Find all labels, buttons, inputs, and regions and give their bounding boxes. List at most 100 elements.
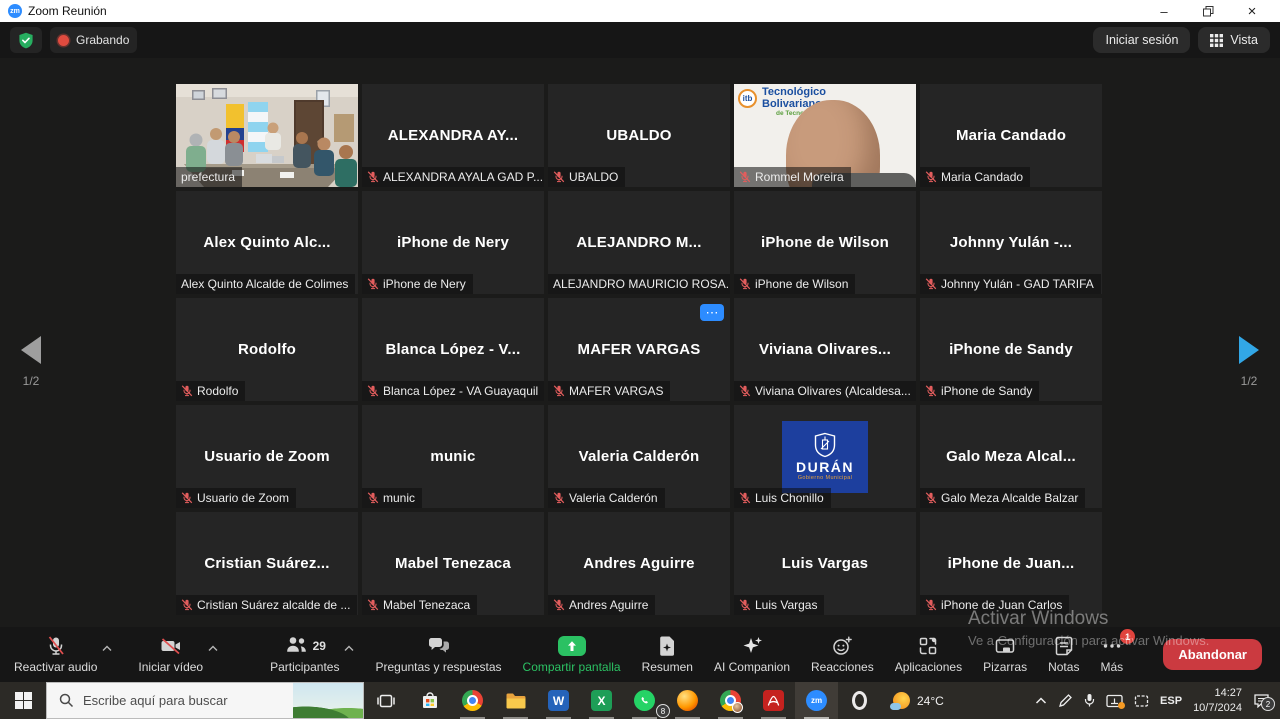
participant-tile[interactable]: MAFER VARGAS MAFER VARGAS ⋯ bbox=[548, 298, 730, 401]
more-label: Más bbox=[1100, 660, 1123, 674]
taskbar-app-excel[interactable]: X bbox=[580, 682, 623, 719]
unmute-audio-button[interactable]: Reactivar audio bbox=[14, 635, 97, 674]
qa-button[interactable]: Preguntas y respuestas bbox=[375, 635, 501, 674]
participant-tile[interactable]: prefectura ⋯ bbox=[176, 84, 358, 187]
taskbar-app-zoom[interactable]: zm bbox=[795, 682, 838, 719]
participant-tile[interactable]: Valeria Calderón Valeria Calderón ⋯ bbox=[548, 405, 730, 508]
tray-expand-chevron[interactable] bbox=[1035, 697, 1047, 705]
pen-icon[interactable] bbox=[1058, 694, 1073, 708]
search-highlight-image[interactable] bbox=[293, 683, 363, 718]
reactions-label: Reacciones bbox=[811, 660, 874, 674]
minimize-button[interactable]: – bbox=[1142, 0, 1186, 22]
previous-page-arrow[interactable] bbox=[21, 336, 41, 364]
taskbar-app-file-explorer[interactable] bbox=[494, 682, 537, 719]
participant-tile[interactable]: ALEXANDRA AY... ALEXANDRA AYALA GAD P...… bbox=[362, 84, 544, 187]
more-button[interactable]: 1 Más bbox=[1100, 635, 1123, 674]
participant-tile[interactable]: Alex Quinto Alc... Alex Quinto Alcalde d… bbox=[176, 191, 358, 294]
muted-mic-icon bbox=[367, 599, 379, 611]
participant-tile[interactable]: Galo Meza Alcal... Galo Meza Alcalde Bal… bbox=[920, 405, 1102, 508]
tile-more-button[interactable]: ⋯ bbox=[700, 304, 724, 321]
participant-name-label: munic bbox=[362, 488, 422, 508]
qa-label: Preguntas y respuestas bbox=[375, 660, 501, 674]
share-screen-button[interactable]: Compartir pantalla bbox=[523, 635, 621, 674]
notes-button[interactable]: Notas bbox=[1048, 635, 1079, 674]
page-indicator-left: 1/2 bbox=[23, 374, 40, 388]
participant-name-label: Luis Chonillo bbox=[734, 488, 831, 508]
whiteboards-button[interactable]: Pizarras bbox=[983, 635, 1027, 674]
participant-tile[interactable]: munic munic ⋯ bbox=[362, 405, 544, 508]
participant-tile[interactable]: UBALDO UBALDO ⋯ bbox=[548, 84, 730, 187]
participant-name-label: Luis Vargas bbox=[734, 595, 824, 615]
participant-name-label: ALEXANDRA AYALA GAD P... bbox=[362, 167, 544, 187]
participant-name-label: Blanca López - VA Guayaquil bbox=[362, 381, 544, 401]
participant-name-label: Usuario de Zoom bbox=[176, 488, 296, 508]
muted-mic-icon bbox=[739, 492, 751, 504]
notification-center-button[interactable]: 2 bbox=[1253, 693, 1270, 708]
participant-tile[interactable]: itb Tecnológico Bolivariano de Tecnologí… bbox=[734, 84, 916, 187]
restore-icon bbox=[1203, 6, 1214, 17]
whatsapp-icon bbox=[634, 690, 655, 711]
taskbar-weather-widget[interactable]: 24°C bbox=[881, 682, 956, 719]
participant-tile[interactable]: Blanca López - V... Blanca López - VA Gu… bbox=[362, 298, 544, 401]
view-button[interactable]: Vista bbox=[1198, 27, 1270, 53]
virtual-desktop-icon[interactable] bbox=[1134, 694, 1149, 708]
language-indicator[interactable]: ESP bbox=[1160, 695, 1182, 707]
taskbar-app-store[interactable] bbox=[408, 682, 451, 719]
participant-name-label: Andres Aguirre bbox=[548, 595, 655, 615]
windows-logo-icon bbox=[15, 692, 32, 709]
apps-button[interactable]: Aplicaciones bbox=[895, 635, 962, 674]
participant-tile[interactable]: Johnny Yulán -... Johnny Yulán - GAD TAR… bbox=[920, 191, 1102, 294]
tray-mic-icon[interactable] bbox=[1084, 693, 1095, 708]
participant-tile[interactable]: Cristian Suárez... Cristian Suárez alcal… bbox=[176, 512, 358, 615]
recording-indicator[interactable]: Grabando bbox=[50, 27, 137, 53]
taskbar-pinned-apps: W X 8 zm bbox=[408, 682, 881, 719]
taskbar-app-acrobat[interactable] bbox=[752, 682, 795, 719]
muted-mic-icon bbox=[367, 492, 379, 504]
participants-options-caret[interactable] bbox=[344, 639, 354, 657]
taskbar-app-whatsapp[interactable]: 8 bbox=[623, 682, 666, 719]
participant-tile[interactable]: Maria Candado Maria Candado ⋯ bbox=[920, 84, 1102, 187]
restore-button[interactable] bbox=[1186, 0, 1230, 22]
participant-tile[interactable]: ALEJANDRO M... ALEJANDRO MAURICIO ROSA..… bbox=[548, 191, 730, 294]
signin-button[interactable]: Iniciar sesión bbox=[1093, 27, 1190, 53]
muted-mic-icon bbox=[925, 171, 937, 183]
start-button[interactable] bbox=[0, 682, 46, 719]
security-button[interactable] bbox=[10, 27, 42, 53]
screen-share-tray-icon[interactable] bbox=[1106, 694, 1123, 708]
taskbar-search-input[interactable]: Escribe aquí para buscar bbox=[46, 682, 364, 719]
muted-mic-icon bbox=[739, 278, 751, 290]
ai-companion-button[interactable]: AI Companion bbox=[714, 635, 790, 674]
task-view-button[interactable] bbox=[364, 682, 408, 719]
reactions-button[interactable]: Reacciones bbox=[811, 635, 874, 674]
participant-tile[interactable]: Viviana Olivares... Viviana Olivares (Al… bbox=[734, 298, 916, 401]
start-video-button[interactable]: Iniciar vídeo bbox=[138, 635, 203, 674]
next-page-arrow[interactable] bbox=[1239, 336, 1259, 364]
taskbar-app-chrome[interactable] bbox=[451, 682, 494, 719]
participant-tile[interactable]: iPhone de Juan... iPhone de Juan Carlos … bbox=[920, 512, 1102, 615]
mic-muted-icon bbox=[45, 635, 67, 657]
taskbar-app-word[interactable]: W bbox=[537, 682, 580, 719]
muted-mic-icon bbox=[925, 492, 937, 504]
taskbar-app-chrome-profile[interactable] bbox=[709, 682, 752, 719]
participant-tile[interactable]: Usuario de Zoom Usuario de Zoom ⋯ bbox=[176, 405, 358, 508]
participant-tile[interactable]: Mabel Tenezaca Mabel Tenezaca ⋯ bbox=[362, 512, 544, 615]
taskbar-app-opera[interactable] bbox=[838, 682, 881, 719]
excel-icon: X bbox=[591, 690, 612, 711]
clock-date: 10/7/2024 bbox=[1193, 701, 1242, 715]
video-options-caret[interactable] bbox=[208, 639, 218, 657]
close-button[interactable]: × bbox=[1230, 0, 1274, 22]
taskbar-app-firefox[interactable] bbox=[666, 682, 709, 719]
participant-tile[interactable]: iPhone de Sandy iPhone de Sandy ⋯ bbox=[920, 298, 1102, 401]
participants-button[interactable]: 29 Participantes bbox=[270, 635, 339, 674]
taskbar-clock[interactable]: 14:27 10/7/2024 bbox=[1193, 686, 1242, 715]
participant-tile[interactable]: Andres Aguirre Andres Aguirre ⋯ bbox=[548, 512, 730, 615]
leave-button[interactable]: Abandonar bbox=[1163, 639, 1262, 670]
participant-tile[interactable]: iPhone de Nery iPhone de Nery ⋯ bbox=[362, 191, 544, 294]
participant-tile[interactable]: DURÁN Gobierno Municipal Luis Chonillo ⋯ bbox=[734, 405, 916, 508]
participant-tile[interactable]: iPhone de Wilson iPhone de Wilson ⋯ bbox=[734, 191, 916, 294]
apps-label: Aplicaciones bbox=[895, 660, 962, 674]
participant-tile[interactable]: Luis Vargas Luis Vargas ⋯ bbox=[734, 512, 916, 615]
summary-button[interactable]: Resumen bbox=[642, 635, 693, 674]
audio-options-caret[interactable] bbox=[102, 639, 112, 657]
participant-tile[interactable]: Rodolfo Rodolfo ⋯ bbox=[176, 298, 358, 401]
